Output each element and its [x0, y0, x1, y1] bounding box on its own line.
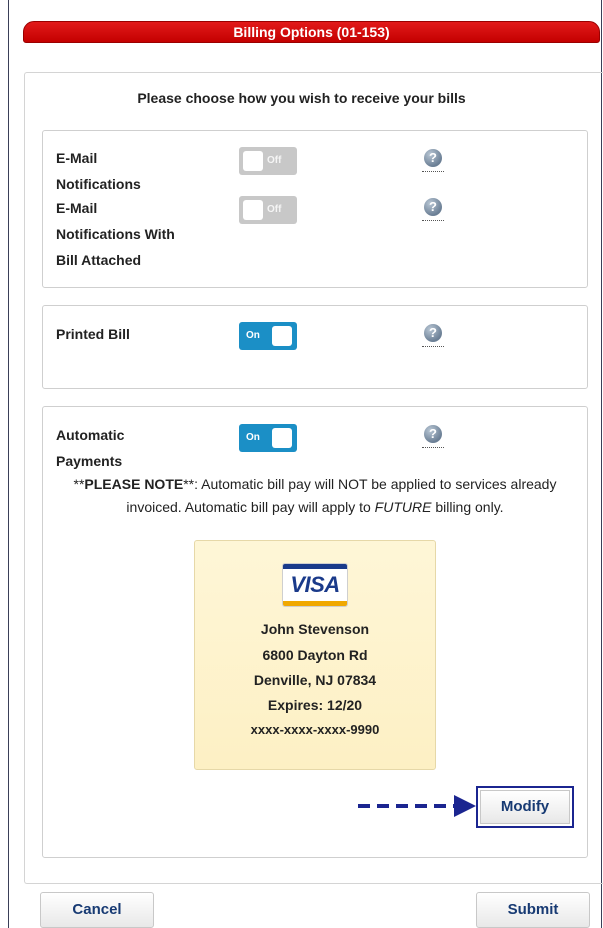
printed-bill-help-icon[interactable]: ? — [422, 323, 444, 349]
question-circle-icon: ? — [424, 324, 442, 342]
toggle-knob — [243, 200, 263, 220]
toggle-knob — [272, 428, 292, 448]
dialog-title: Billing Options (01-153) — [23, 21, 600, 43]
printed-bill-section — [42, 305, 588, 389]
card-address-line1: 6800 Dayton Rd — [262, 647, 368, 663]
email-attached-label: E-Mail Notifications With Bill Attached — [56, 200, 175, 268]
modify-button[interactable]: Modify — [480, 790, 570, 824]
email-attached-toggle[interactable]: Off — [239, 196, 297, 224]
card-address-line2: Denville, NJ 07834 — [253, 672, 377, 688]
autopay-note: **PLEASE NOTE**: Automatic bill pay will… — [73, 476, 557, 515]
toggle-state-label: On — [246, 432, 260, 443]
arrow-right-icon — [358, 795, 476, 817]
toggle-state-label: Off — [267, 204, 282, 215]
note-heading: PLEASE NOTE — [84, 476, 184, 492]
email-notifications-toggle[interactable]: Off — [239, 147, 297, 175]
autopay-label: Automatic Payments — [56, 427, 125, 469]
cancel-button[interactable]: Cancel — [40, 892, 154, 928]
visa-logo-icon: VISA — [282, 563, 348, 607]
toggle-knob — [243, 151, 263, 171]
card-expiry: Expires: 12/20 — [267, 697, 363, 713]
card-number: xxxx-xxxx-xxxx-9990 — [250, 722, 380, 737]
payment-card: VISA John Stevenson 6800 Dayton Rd Denvi… — [194, 540, 436, 770]
toggle-state-label: Off — [267, 155, 282, 166]
toggle-state-label: On — [246, 330, 260, 341]
printed-bill-toggle[interactable]: On — [239, 322, 297, 350]
email-notifications-label: E-Mail Notifications — [56, 150, 141, 192]
instructions-text: Please choose how you wish to receive yo… — [137, 90, 466, 106]
email-notifications-help-icon[interactable]: ? — [422, 148, 444, 174]
toggle-knob — [272, 326, 292, 346]
question-circle-icon: ? — [424, 198, 442, 216]
printed-bill-label: Printed Bill — [56, 326, 130, 342]
autopay-toggle[interactable]: On — [239, 424, 297, 452]
submit-button[interactable]: Submit — [476, 892, 590, 928]
modify-button-highlight: Modify — [476, 786, 574, 828]
question-circle-icon: ? — [424, 149, 442, 167]
email-attached-help-icon[interactable]: ? — [422, 197, 444, 223]
autopay-help-icon[interactable]: ? — [422, 424, 444, 450]
card-holder-name: John Stevenson — [260, 621, 370, 637]
question-circle-icon: ? — [424, 425, 442, 443]
